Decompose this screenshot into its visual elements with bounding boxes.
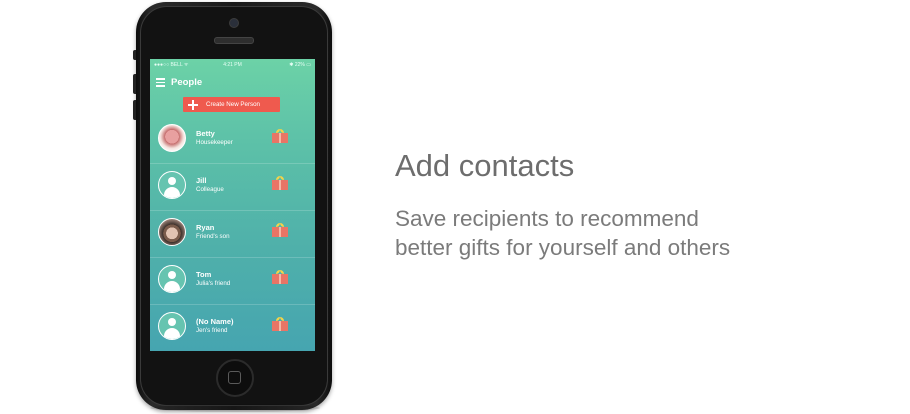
person-relation: Jen's friend — [196, 327, 228, 334]
promo-description-line-2: better gifts for yourself and others — [395, 235, 731, 260]
gift-icon[interactable] — [272, 129, 288, 143]
home-button[interactable] — [216, 359, 254, 397]
status-bar: ●●●○○ BELL ᯤ 4:21 PM ✱ 22% ▭ — [150, 59, 315, 71]
phone-shadow — [150, 404, 320, 412]
person-row-betty[interactable]: Betty Housekeeper — [150, 117, 315, 164]
volume-up-button — [133, 74, 136, 94]
person-name: Ryan — [196, 223, 215, 232]
promo-description: Save recipients to recommend better gift… — [395, 204, 730, 262]
menu-icon[interactable] — [156, 78, 165, 87]
person-name: Tom — [196, 270, 212, 279]
home-square-icon — [228, 371, 241, 384]
create-button-label: Create New Person — [206, 101, 260, 108]
gift-icon[interactable] — [272, 176, 288, 190]
person-relation: Colleague — [196, 186, 224, 193]
avatar — [158, 124, 186, 152]
gift-icon[interactable] — [272, 223, 288, 237]
person-relation: Housekeeper — [196, 139, 233, 146]
avatar — [158, 312, 186, 340]
gift-icon[interactable] — [272, 317, 288, 331]
person-row-ryan[interactable]: Ryan Friend's son — [150, 211, 315, 258]
avatar — [158, 265, 186, 293]
create-new-person-button[interactable]: Create New Person — [183, 97, 280, 112]
front-camera — [229, 18, 239, 28]
battery-status: ✱ 22% ▭ — [289, 62, 311, 68]
person-row-jill[interactable]: Jill Colleague — [150, 164, 315, 211]
person-name: Jill — [196, 176, 207, 185]
page-title: People — [171, 77, 203, 88]
earpiece-speaker — [214, 37, 254, 44]
person-name: (No Name) — [196, 317, 234, 326]
plus-icon — [188, 99, 198, 110]
mute-switch — [133, 50, 136, 60]
volume-down-button — [133, 100, 136, 120]
app-header: People — [150, 75, 315, 91]
person-relation: Julia's friend — [196, 280, 231, 287]
promo-headline: Add contacts — [395, 148, 575, 183]
gift-icon[interactable] — [272, 270, 288, 284]
people-list: Betty Housekeeper Jill Colleague Ryan Fr… — [150, 117, 315, 351]
person-row-no-name[interactable]: (No Name) Jen's friend — [150, 305, 315, 351]
promo-description-line-1: Save recipients to recommend — [395, 206, 699, 231]
app-screen: ●●●○○ BELL ᯤ 4:21 PM ✱ 22% ▭ People Crea… — [150, 59, 315, 351]
person-row-tom[interactable]: Tom Julia's friend — [150, 258, 315, 305]
person-relation: Friend's son — [196, 233, 230, 240]
avatar — [158, 171, 186, 199]
person-name: Betty — [196, 129, 215, 138]
avatar — [158, 218, 186, 246]
